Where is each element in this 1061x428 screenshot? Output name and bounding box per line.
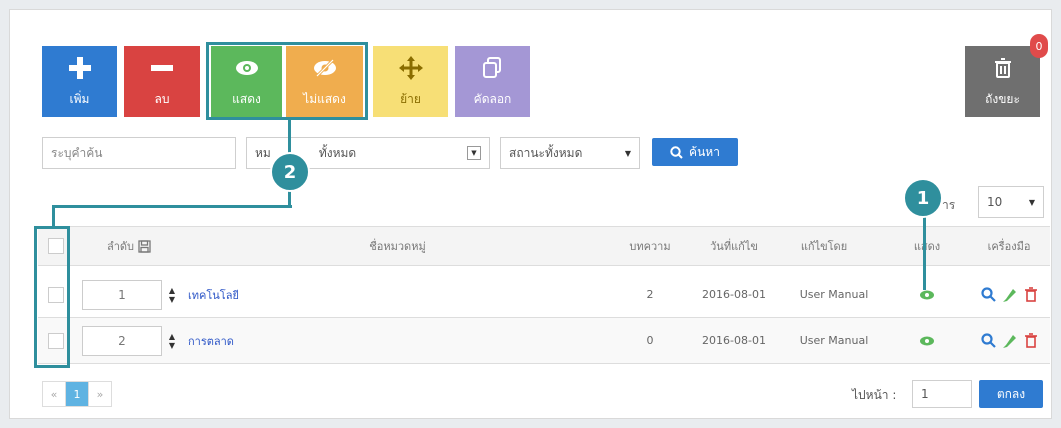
- callout-2-connector-left: [52, 205, 55, 228]
- edit-pencil-icon[interactable]: [1003, 333, 1018, 348]
- status-select[interactable]: สถานะทั้งหมด ▼: [500, 137, 640, 169]
- delete-button[interactable]: ลบ: [124, 46, 200, 117]
- select-arrow-icon: ▼: [467, 146, 481, 160]
- order-input[interactable]: 1: [82, 279, 162, 310]
- order-stepper-icon[interactable]: ▲ ▼: [162, 272, 182, 317]
- per-page-label: าร: [942, 198, 956, 212]
- table-row: 1 ▲ ▼ เทคโนโลยี 2 2016-08-01 User Manual: [38, 272, 1050, 318]
- pagination: « 1 »: [42, 381, 112, 407]
- pagination-page-current[interactable]: 1: [66, 382, 89, 406]
- header-order: ลำดับ: [106, 240, 135, 253]
- pagination-prev[interactable]: «: [43, 382, 66, 406]
- delete-button-label: ลบ: [154, 92, 170, 106]
- trash-count-badge: 0: [1030, 34, 1048, 58]
- category-select-suffix: ทั้งหมด: [318, 145, 357, 160]
- header-updated: วันที่แก้ไข: [710, 240, 758, 253]
- callout-1-connector: [923, 214, 926, 290]
- articles-count: 2: [646, 288, 654, 301]
- search-button[interactable]: ค้นหา: [652, 138, 738, 166]
- header-tools: เครื่องมือ: [987, 240, 1031, 253]
- goto-page-label: ไปหน้า :: [852, 388, 897, 402]
- table-row: 2 ▲ ▼ การตลาด 0 2016-08-01 User Manual: [38, 318, 1050, 364]
- per-page-select[interactable]: 10 ▼: [978, 186, 1044, 218]
- checkbox-column-highlight: [34, 226, 70, 368]
- view-search-icon[interactable]: [981, 333, 996, 348]
- view-search-icon[interactable]: [981, 287, 996, 302]
- order-input[interactable]: 2: [82, 325, 162, 356]
- category-name-link[interactable]: เทคโนโลยี: [188, 272, 239, 317]
- copy-icon: [455, 54, 530, 82]
- header-articles: บทความ: [629, 240, 671, 253]
- chevron-down-icon: ▼: [1028, 197, 1035, 207]
- chevron-down-icon: ▼: [624, 148, 631, 158]
- updated-date: 2016-08-01: [702, 288, 766, 301]
- callout-2-connector-horizontal: [52, 205, 292, 208]
- header-editor: แก้ไขโดย: [800, 240, 848, 253]
- keyword-input[interactable]: ระบุคำค้น: [42, 137, 236, 169]
- visible-eye-icon[interactable]: [920, 336, 934, 346]
- editor-name: User Manual: [799, 288, 869, 301]
- copy-button[interactable]: คัดลอก: [455, 46, 530, 117]
- callout-2-marker: 2: [270, 152, 310, 192]
- trash-icon: [965, 54, 1040, 82]
- move-arrows-icon: [373, 54, 448, 82]
- delete-trash-icon[interactable]: [1025, 287, 1037, 302]
- plus-icon: [42, 54, 117, 82]
- header-visible: แสดง: [913, 240, 941, 253]
- per-page-value: 10: [987, 195, 1003, 209]
- category-name-link[interactable]: การตลาด: [188, 318, 234, 363]
- articles-count: 0: [646, 334, 654, 347]
- minus-icon: [124, 54, 200, 82]
- move-button-label: ย้าย: [400, 92, 421, 106]
- editor-name: User Manual: [799, 334, 869, 347]
- move-button[interactable]: ย้าย: [373, 46, 448, 117]
- visible-eye-icon[interactable]: [920, 290, 934, 300]
- trash-button-label: ถังขยะ: [985, 92, 1020, 106]
- copy-button-label: คัดลอก: [473, 92, 512, 106]
- pagination-next[interactable]: »: [89, 382, 111, 406]
- callout-2-highlight-box: [206, 42, 368, 120]
- header-name: ชื่อหมวดหมู่: [369, 240, 426, 253]
- keyword-placeholder: ระบุคำค้น: [51, 145, 103, 160]
- search-icon: [670, 145, 683, 159]
- callout-1-marker: 1: [903, 178, 943, 218]
- goto-page-input[interactable]: 1: [912, 380, 972, 408]
- goto-ok-button[interactable]: ตกลง: [979, 380, 1043, 408]
- save-icon[interactable]: [138, 239, 151, 253]
- status-select-value: สถานะทั้งหมด: [509, 145, 583, 160]
- category-select-prefix: หม: [255, 145, 271, 160]
- order-stepper-icon[interactable]: ▲ ▼: [162, 318, 182, 363]
- delete-trash-icon[interactable]: [1025, 333, 1037, 348]
- updated-date: 2016-08-01: [702, 334, 766, 347]
- table-header: ลำดับ ชื่อหมวดหมู่ บทความ วันที่แก้ไข แก…: [38, 226, 1050, 266]
- add-button[interactable]: เพิ่ม: [42, 46, 117, 117]
- add-button-label: เพิ่ม: [69, 92, 90, 106]
- search-button-label: ค้นหา: [689, 144, 720, 159]
- trash-button[interactable]: ถังขยะ: [965, 46, 1040, 117]
- edit-pencil-icon[interactable]: [1003, 287, 1018, 302]
